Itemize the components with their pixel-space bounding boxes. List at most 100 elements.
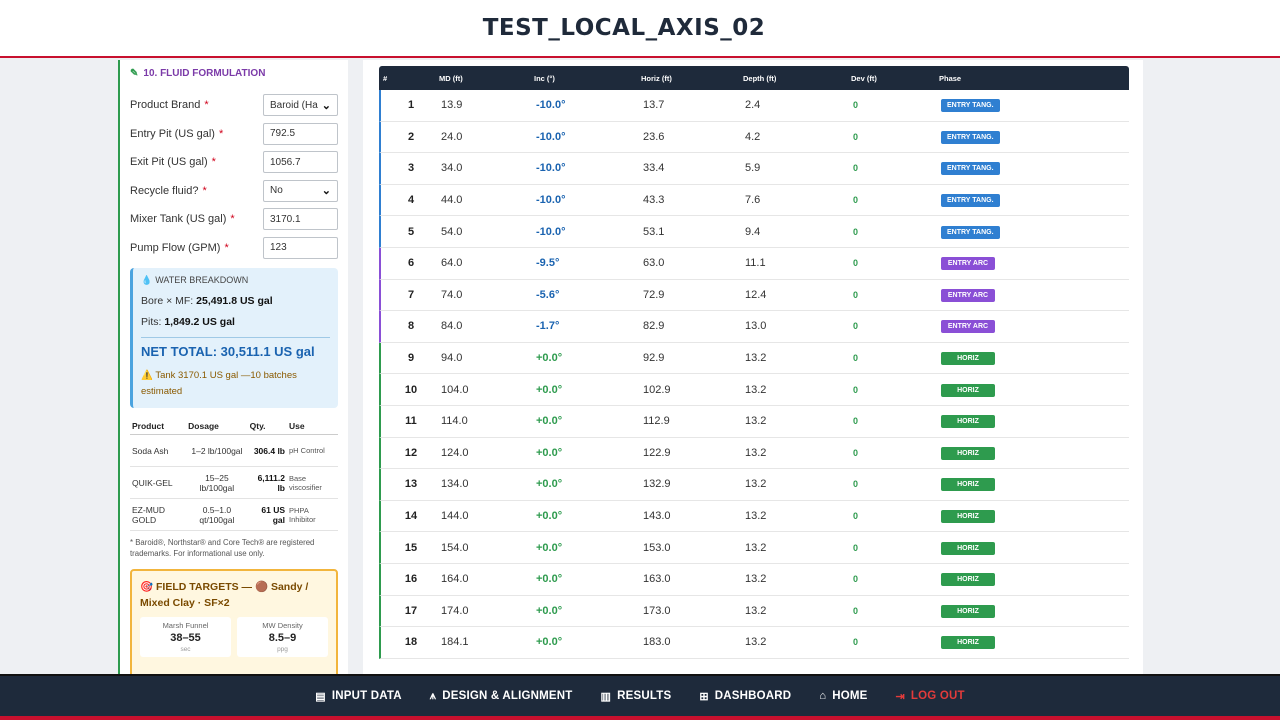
depth-value: 13.2 [745, 478, 767, 491]
table-row: 10 104.0 +0.0° 102.9 13.2 0 HORIZ [379, 374, 1129, 406]
horiz-value: 43.3 [643, 194, 665, 207]
horiz-value: 132.9 [643, 478, 671, 491]
phase-badge: HORIZ [941, 541, 995, 555]
form-row: Exit Pit (US gal) * 1056.7 [130, 148, 338, 177]
product-table: Product Dosage Qty. Use Soda Ash 1–2 lb/100g… [130, 418, 338, 531]
nav-dashboard[interactable]: ⊞ DASHBOARD [699, 690, 791, 703]
input-mixer-tank-us-gal[interactable]: 3170.1 [263, 208, 338, 231]
phase-cell: HORIZ [941, 572, 1129, 587]
product-use: pH Control [287, 434, 338, 467]
phase-cell: HORIZ [941, 446, 1129, 460]
dev-value: 0 [853, 163, 859, 174]
inc-value: -5.6° [536, 288, 560, 301]
md-value: 144.0 [441, 510, 469, 523]
depth-value: 13.2 [745, 541, 767, 554]
nav-results[interactable]: ▥ RESULTS [601, 690, 672, 703]
fluid-formulation-panel: ✎ 10. FLUID FORMULATION Product Brand * Ba… [118, 60, 348, 674]
target-label: MW Density [262, 621, 303, 630]
inc-value: -1.7° [536, 320, 560, 333]
depth-value: 7.6 [745, 194, 761, 207]
column-header: Horiz (ft) [641, 73, 672, 83]
droplet-icon: 💧 [141, 275, 153, 285]
divider [141, 337, 330, 338]
nav-input-data[interactable]: ▤ INPUT DATA [315, 690, 402, 703]
table-row: 2 24.0 -10.0° 23.6 4.2 0 ENTRY TANG. [379, 121, 1129, 154]
target-label: Marsh Funnel [162, 621, 209, 630]
horiz-value: 163.0 [643, 573, 671, 586]
horiz-value: 53.1 [643, 225, 665, 238]
nav-label: RESULTS [617, 690, 672, 702]
input-entry-pit-us-gal[interactable]: 792.5 [263, 122, 338, 145]
required-marker: * [230, 213, 235, 226]
clipboard-icon: ▤ [315, 690, 326, 703]
column-header: Use [287, 418, 338, 435]
table-row: Soda Ash 1–2 lb/100gal 306.4 lb pH Control [130, 434, 338, 467]
select-product-brand[interactable]: Baroid (Ha ⌄ [263, 94, 338, 117]
column-header: Dev (ft) [851, 73, 877, 83]
form-row: Product Brand * Baroid (Ha ⌄ [130, 91, 338, 120]
form-row: Mixer Tank (US gal) * 3170.1 [130, 205, 338, 234]
survey-table-panel: # MD (ft) Inc (°) Horiz (ft) Depth (ft) Dev (… [363, 60, 1143, 674]
logout-icon: ⇥ [895, 690, 905, 703]
nav-design-alignment[interactable]: ⩚ DESIGN & ALIGNMENT [430, 690, 573, 703]
horiz-value: 63.0 [643, 257, 665, 270]
nav-label: DESIGN & ALIGNMENT [442, 690, 573, 702]
table-row: 7 74.0 -5.6° 72.9 12.4 0 ENTRY ARC [379, 279, 1129, 312]
phase-badge: HORIZ [941, 383, 995, 397]
inc-value: +0.0° [536, 478, 563, 491]
table-row: 15 154.0 +0.0° 153.0 13.2 0 HORIZ [379, 532, 1129, 564]
phase-badge: ENTRY TANG. [941, 130, 1000, 144]
horiz-value: 82.9 [643, 320, 665, 333]
md-value: 54.0 [441, 225, 463, 238]
target-value: 8.5–9 [268, 632, 297, 644]
target-unit: sec [180, 646, 191, 653]
required-marker: * [204, 99, 209, 112]
inc-value: -10.0° [536, 162, 566, 175]
table-row: QUIK-GEL 15–25 lb/100gal 6,111.2 lb Base vi… [130, 466, 338, 499]
phase-cell: HORIZ [941, 509, 1129, 524]
horiz-value: 153.0 [643, 541, 671, 554]
batch-note: ⚠️ Tank 3170.1 US gal —10 batches estima… [141, 370, 297, 397]
table-row: 11 114.0 +0.0° 112.9 13.2 0 HORIZ [379, 405, 1129, 438]
field-label: Product Brand * [130, 99, 209, 112]
horiz-value: 92.9 [643, 352, 665, 365]
product-name: Soda Ash [130, 434, 187, 467]
product-qty: 6,111.2 lb [247, 466, 287, 499]
section-title: ✎ 10. FLUID FORMULATION [130, 68, 266, 79]
table-row: 18 184.1 +0.0° 183.0 13.2 0 HORIZ [379, 627, 1129, 659]
phase-badge: ENTRY TANG. [941, 225, 1000, 239]
product-dosage: 15–25 lb/100gal [186, 466, 248, 499]
horiz-value: 72.9 [643, 288, 665, 301]
horiz-value: 143.0 [643, 510, 671, 523]
bore-line: Bore × MF: 25,491.8 US gal [141, 295, 273, 307]
md-value: 64.0 [441, 257, 463, 270]
form-fields: Product Brand * Baroid (Ha ⌄ Entry Pit (US g… [130, 91, 338, 262]
row-number: 4 [407, 194, 415, 207]
md-value: 134.0 [441, 478, 469, 491]
input-pump-flow-gpm[interactable]: 123 [263, 236, 338, 259]
row-number: 14 [404, 510, 418, 523]
table-row: 4 44.0 -10.0° 43.3 7.6 0 ENTRY TANG. [379, 184, 1129, 217]
depth-value: 13.2 [745, 352, 767, 365]
dev-value: 0 [853, 637, 859, 648]
depth-value: 13.2 [745, 604, 767, 617]
field-label: Mixer Tank (US gal) * [130, 213, 235, 226]
inc-value: +0.0° [536, 604, 563, 617]
inc-value: +0.0° [536, 352, 563, 365]
depth-value: 13.2 [745, 636, 767, 649]
md-value: 164.0 [441, 573, 469, 586]
nav-home[interactable]: ⌂ HOME [819, 690, 867, 702]
row-number: 10 [404, 383, 418, 396]
select-recycle-fluid[interactable]: No ⌄ [263, 179, 338, 202]
row-number: 1 [407, 99, 415, 112]
phase-cell: ENTRY TANG. [941, 225, 1129, 239]
chevron-down-icon: ⌄ [321, 185, 331, 198]
phase-badge: ENTRY TANG. [941, 99, 1000, 113]
phase-cell: HORIZ [941, 383, 1129, 397]
input-exit-pit-us-gal[interactable]: 1056.7 [263, 151, 338, 174]
horiz-value: 23.6 [643, 130, 665, 143]
table-row: 1 13.9 -10.0° 13.7 2.4 0 ENTRY TANG. [379, 90, 1129, 122]
depth-value: 13.2 [745, 573, 767, 586]
phase-cell: HORIZ [941, 477, 1129, 492]
nav-log-out[interactable]: ⇥ LOG OUT [896, 690, 965, 703]
